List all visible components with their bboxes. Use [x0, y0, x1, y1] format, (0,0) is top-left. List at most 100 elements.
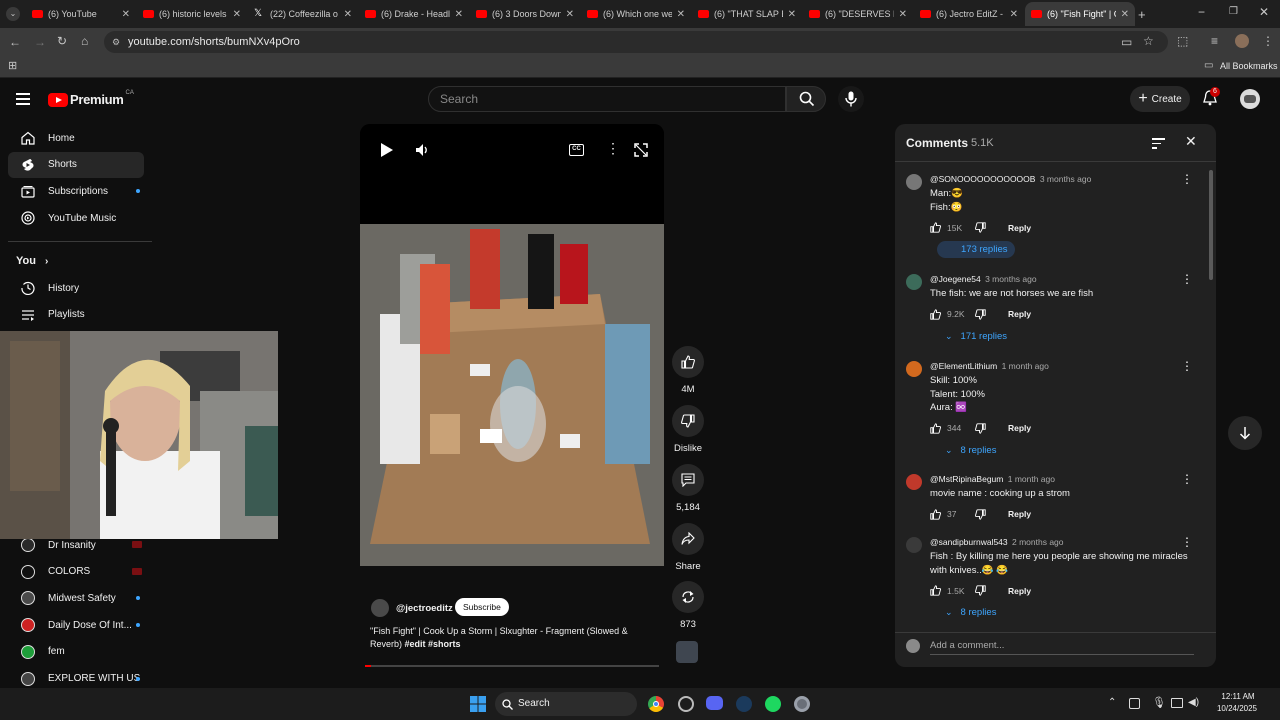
- comment-avatar[interactable]: [906, 174, 922, 190]
- new-tab-icon[interactable]: +: [1138, 8, 1146, 21]
- tray-chevron-icon[interactable]: ⌃: [1108, 697, 1116, 708]
- comment-reply-button[interactable]: Reply: [1008, 509, 1031, 519]
- scroll-down-button[interactable]: [1228, 416, 1262, 450]
- comment-avatar[interactable]: [906, 274, 922, 290]
- comment-menu-icon[interactable]: ⋮: [1181, 473, 1193, 487]
- steam-icon[interactable]: [736, 696, 752, 712]
- comment-like-icon[interactable]: [930, 222, 941, 233]
- home-browser-icon[interactable]: ⌂: [81, 35, 88, 47]
- remix-action[interactable]: 873: [668, 581, 708, 630]
- comment-reply-button[interactable]: Reply: [1008, 586, 1031, 596]
- close-tab-icon[interactable]: ✕: [455, 9, 463, 20]
- share-button[interactable]: [672, 523, 704, 555]
- comment-like-icon[interactable]: [930, 422, 941, 434]
- view-replies-button[interactable]: ⌄ 171 replies: [945, 331, 1007, 342]
- hamburger-menu-icon[interactable]: [16, 93, 30, 105]
- sidebar-item-history[interactable]: History: [8, 275, 144, 301]
- browser-tab[interactable]: (6) "DESERVES RE ✕: [803, 2, 913, 26]
- comment-dislike-icon[interactable]: [975, 585, 986, 596]
- comment-avatar[interactable]: [906, 474, 922, 490]
- comment-avatar[interactable]: [906, 537, 922, 553]
- progress-bar[interactable]: [365, 665, 659, 667]
- search-input[interactable]: Search: [428, 86, 786, 112]
- search-button[interactable]: [786, 86, 826, 112]
- close-tab-icon[interactable]: ✕: [788, 9, 796, 20]
- sidebar-item-youtube-music[interactable]: YouTube Music: [8, 205, 144, 231]
- speaker-icon[interactable]: ◀): [1188, 697, 1199, 708]
- comment-username[interactable]: @MstRipinaBegum: [930, 474, 1003, 484]
- taskbar-time[interactable]: 12:11 AM: [1213, 692, 1263, 701]
- comments-action[interactable]: 5,184: [668, 464, 708, 513]
- browser-tab[interactable]: (6) Drake - Headli ✕: [359, 2, 469, 26]
- voice-search-button[interactable]: [838, 86, 864, 112]
- like-button[interactable]: [672, 346, 704, 378]
- comment-dislike-icon[interactable]: [975, 422, 986, 434]
- comment-author[interactable]: @SONOOOOOOOOOOOB 3 months ago: [930, 174, 1091, 184]
- network-icon[interactable]: [1171, 698, 1183, 708]
- close-window-icon[interactable]: ✕: [1259, 6, 1269, 18]
- comment-author[interactable]: @ElementLithium 1 month ago: [930, 361, 1049, 371]
- audio-thumbnail[interactable]: [676, 641, 698, 663]
- account-avatar[interactable]: [1240, 89, 1260, 109]
- sidebar-item-playlists[interactable]: Playlists: [8, 302, 144, 328]
- volume-icon[interactable]: [415, 143, 429, 157]
- view-replies-button[interactable]: 173 replies: [937, 241, 1016, 258]
- fullscreen-icon[interactable]: [634, 143, 648, 157]
- browser-tab[interactable]: (6) YouTube ✕: [26, 2, 136, 26]
- site-info-icon[interactable]: ⚙: [112, 31, 120, 53]
- tab-list-icon[interactable]: ⌄: [6, 7, 20, 21]
- spotify-icon[interactable]: [765, 696, 781, 712]
- comment-username[interactable]: @SONOOOOOOOOOOOB: [930, 174, 1035, 184]
- discord-icon[interactable]: [706, 696, 723, 710]
- settings-icon[interactable]: [794, 696, 810, 712]
- browser-tab[interactable]: (6) Jectro EditZ - Y ✕: [914, 2, 1024, 26]
- comment-menu-icon[interactable]: ⋮: [1181, 173, 1193, 187]
- comment-username[interactable]: @ElementLithium: [930, 361, 997, 371]
- view-replies-button[interactable]: ⌄ 8 replies: [945, 445, 996, 456]
- comment-like-icon[interactable]: [930, 585, 941, 596]
- like-action[interactable]: 4M: [668, 346, 708, 395]
- cast-icon[interactable]: ▭: [1121, 36, 1132, 48]
- comment-dislike-icon[interactable]: [975, 508, 986, 520]
- sort-icon[interactable]: [1152, 138, 1165, 149]
- comment-dislike-icon[interactable]: [975, 308, 986, 320]
- profile-icon[interactable]: [1235, 34, 1249, 48]
- comment-menu-icon[interactable]: ⋮: [1181, 273, 1193, 287]
- tray-app-icon[interactable]: [1129, 698, 1140, 709]
- short-video-player[interactable]: CC ⋮: [360, 124, 664, 566]
- comment-reply-button[interactable]: Reply: [1008, 423, 1031, 433]
- create-button[interactable]: + Create: [1130, 86, 1190, 112]
- media-controls-icon[interactable]: ≡: [1211, 35, 1218, 47]
- apps-grid-icon[interactable]: ⊞: [8, 61, 17, 72]
- comments-scrollbar[interactable]: [1209, 170, 1213, 280]
- taskbar-date[interactable]: 10/24/2025: [1210, 704, 1264, 713]
- subscribe-button[interactable]: Subscribe: [455, 598, 509, 616]
- channel-avatar[interactable]: [371, 599, 389, 617]
- channel-handle[interactable]: @jectroeditz: [396, 603, 453, 614]
- close-tab-icon[interactable]: ✕: [899, 9, 907, 20]
- minimize-icon[interactable]: −: [1198, 6, 1205, 18]
- browser-menu-icon[interactable]: ⋮: [1262, 35, 1274, 47]
- sidebar-item-home[interactable]: Home: [8, 125, 144, 151]
- sidebar-item-colors[interactable]: COLORS: [8, 559, 144, 585]
- browser-tab[interactable]: (6) "Fish Fight" | C ✕: [1025, 2, 1135, 26]
- reload-icon[interactable]: ↻: [57, 35, 67, 47]
- close-comments-icon[interactable]: ✕: [1185, 134, 1197, 148]
- sidebar-item-midwest-safety[interactable]: Midwest Safety: [8, 585, 144, 611]
- bookmark-star-icon[interactable]: ☆: [1143, 35, 1154, 47]
- browser-tab[interactable]: (6) Which one we ✕: [581, 2, 691, 26]
- close-tab-icon[interactable]: ✕: [566, 9, 574, 20]
- dislike-action[interactable]: Dislike: [668, 405, 708, 454]
- comment-reply-button[interactable]: Reply: [1008, 309, 1031, 319]
- sidebar-item-subscriptions[interactable]: Subscriptions: [8, 178, 144, 204]
- forward-icon[interactable]: →: [34, 36, 46, 48]
- add-comment-input[interactable]: Add a comment...: [930, 640, 1194, 655]
- close-tab-icon[interactable]: ✕: [233, 9, 241, 20]
- dislike-button[interactable]: [672, 405, 704, 437]
- browser-tab[interactable]: (6) 3 Doors Down ✕: [470, 2, 580, 26]
- sidebar-item-daily-dose-of-int[interactable]: Daily Dose Of Int...: [8, 612, 144, 638]
- close-tab-icon[interactable]: ✕: [1121, 9, 1129, 20]
- comment-menu-icon[interactable]: ⋮: [1181, 536, 1193, 550]
- youtube-logo[interactable]: Premium CA: [48, 90, 134, 107]
- sidebar-item-fem[interactable]: fem: [8, 639, 144, 665]
